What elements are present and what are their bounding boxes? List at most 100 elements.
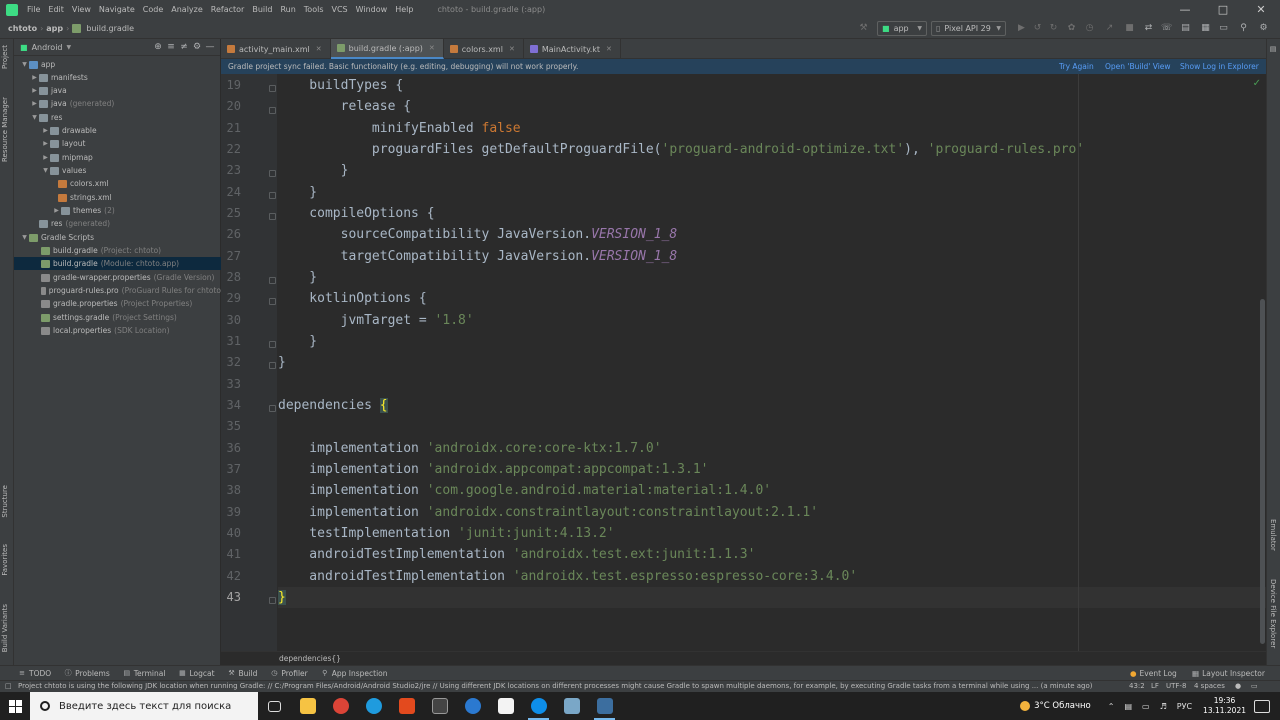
taskbar-teamviewer[interactable] (522, 692, 555, 720)
maximize-icon[interactable]: □ (1204, 0, 1242, 19)
close-tab-icon[interactable]: ✕ (316, 45, 322, 53)
tree-item-proguard-rules[interactable]: proguard-rules.pro (ProGuard Rules for c… (14, 284, 221, 297)
menu-edit[interactable]: Edit (44, 5, 68, 14)
menu-help[interactable]: Help (391, 5, 417, 14)
attach-debugger-icon[interactable]: ↗ (1104, 23, 1115, 34)
hide-icon[interactable]: — (204, 42, 216, 52)
editor-scrollbar[interactable] (1260, 299, 1265, 644)
close-tab-icon[interactable]: ✕ (429, 44, 435, 52)
tree-item-build-gradle-module[interactable]: build.gradle (Module: chtoto.app) (14, 257, 221, 270)
file-encoding[interactable]: UTF-8 (1166, 682, 1186, 690)
tree-item-res[interactable]: ▼ res (14, 111, 221, 124)
close-tab-icon[interactable]: ✕ (606, 45, 612, 53)
status-message[interactable]: Project chtoto is using the following JD… (18, 682, 1118, 690)
run-icon[interactable]: ▶ (1016, 23, 1027, 34)
profile-icon[interactable]: ◷ (1084, 23, 1095, 34)
tree-item-values[interactable]: ▼ values (14, 164, 221, 177)
taskbar-office[interactable] (390, 692, 423, 720)
caret-position[interactable]: 43:2 (1129, 682, 1145, 690)
tree-item-gradle-scripts[interactable]: ▼ Gradle Scripts (14, 231, 221, 244)
favorites-tab[interactable]: Favorites (1, 544, 9, 576)
resource-manager-tab[interactable]: Resource Manager (1, 97, 9, 162)
menu-file[interactable]: File (23, 5, 44, 14)
close-tab-icon[interactable]: ✕ (509, 45, 515, 53)
tree-item-gradle-wrapper[interactable]: gradle-wrapper.properties (Gradle Versio… (14, 271, 221, 284)
tray-chevron-icon[interactable]: ⌃ (1108, 702, 1115, 711)
fold-marker-icon[interactable] (269, 298, 276, 305)
no-problems-check-icon[interactable]: ✓ (1253, 78, 1261, 89)
fold-marker-icon[interactable] (269, 341, 276, 348)
close-icon[interactable]: ✕ (1242, 0, 1280, 19)
hammer-icon[interactable]: ⚒ (858, 23, 869, 34)
tree-item-local-properties[interactable]: local.properties (SDK Location) (14, 324, 221, 337)
breadcrumb-module[interactable]: app (43, 24, 66, 33)
gear-icon[interactable]: ⚙ (191, 42, 203, 52)
fold-marker-icon[interactable] (269, 170, 276, 177)
volume-icon[interactable]: ♬ (1160, 702, 1167, 711)
fold-marker-icon[interactable] (269, 85, 276, 92)
fold-marker-icon[interactable] (269, 597, 276, 604)
fold-marker-icon[interactable] (269, 362, 276, 369)
fold-marker-icon[interactable] (269, 213, 276, 220)
event-log-tool-button[interactable]: ● Event Log (1130, 666, 1177, 681)
breadcrumb-dependencies[interactable]: dependencies{} (279, 654, 341, 663)
tab-colors-xml[interactable]: colors.xml ✕ (444, 39, 524, 59)
tab-build-gradle-app[interactable]: build.gradle (:app) ✕ (330, 39, 444, 59)
layout-inspector-tool-button[interactable]: ▦ Layout Inspector (1192, 666, 1265, 681)
menu-navigate[interactable]: Navigate (95, 5, 139, 14)
tree-item-java-generated[interactable]: ▶ java (generated) (14, 97, 221, 110)
tree-item-layout[interactable]: ▶ layout (14, 137, 221, 150)
structure-tab[interactable]: Structure (1, 485, 9, 518)
menu-tools[interactable]: Tools (300, 5, 328, 14)
menu-build[interactable]: Build (248, 5, 276, 14)
fold-marker-icon[interactable] (269, 192, 276, 199)
collapse-all-icon[interactable]: ≠ (178, 42, 190, 52)
device-manager-icon[interactable]: ▭ (1218, 23, 1229, 34)
tree-item-drawable[interactable]: ▶ drawable (14, 124, 221, 137)
tree-item-manifests[interactable]: ▶ manifests (14, 71, 221, 84)
sdk-manager-icon[interactable]: ▤ (1180, 23, 1191, 34)
device-file-explorer-tab[interactable]: Device File Explorer (1269, 579, 1277, 648)
network-icon[interactable]: ▤ (1124, 702, 1132, 711)
taskbar-search[interactable]: Введите здесь текст для поиска (30, 692, 258, 720)
menu-analyze[interactable]: Analyze (167, 5, 207, 14)
language-indicator[interactable]: РУС (1177, 702, 1192, 711)
code-editor[interactable]: 19 20 21 22 23 24 25 26 27 28 29 30 31 3… (221, 74, 1266, 651)
memory-indicator-icon[interactable]: ▭ (1251, 682, 1258, 690)
taskbar-notepad[interactable] (489, 692, 522, 720)
layout-inspector-icon[interactable]: ▦ (1200, 23, 1211, 34)
search-icon[interactable]: ⚲ (1238, 23, 1249, 34)
run-config-select[interactable]: ■ app ▼ (877, 21, 927, 36)
profiler-tool-button[interactable]: ◷ Profiler (270, 669, 307, 678)
menu-view[interactable]: View (68, 5, 95, 14)
taskbar-cube-app[interactable] (423, 692, 456, 720)
try-again-link[interactable]: Try Again (1059, 62, 1094, 71)
taskbar-android-studio[interactable] (588, 692, 621, 720)
status-toggle-icon[interactable]: □ (5, 682, 12, 690)
menu-code[interactable]: Code (139, 5, 167, 14)
logcat-tool-button[interactable]: ▦ Logcat (178, 669, 214, 678)
notifications-icon[interactable] (1254, 699, 1270, 713)
tab-activity-main-xml[interactable]: activity_main.xml ✕ (221, 39, 331, 59)
app-inspection-tool-button[interactable]: ⚲ App Inspection (321, 669, 387, 678)
taskbar-tool-app[interactable] (555, 692, 588, 720)
weather-widget[interactable]: 3°C Облачно (1020, 701, 1091, 711)
tree-item-res-generated[interactable]: res (generated) (14, 217, 221, 230)
project-view-select[interactable]: Android (32, 43, 63, 52)
todo-tool-button[interactable]: ≡ TODO (18, 669, 51, 678)
sync-gradle-icon[interactable]: ⇄ (1143, 23, 1154, 34)
minimize-icon[interactable]: — (1166, 0, 1204, 19)
tree-item-app[interactable]: ▼ app (14, 58, 221, 71)
open-build-view-link[interactable]: Open 'Build' View (1105, 62, 1171, 71)
tree-item-java[interactable]: ▶ java (14, 84, 221, 97)
battery-icon[interactable]: ▭ (1142, 702, 1150, 711)
gradle-tool-icon[interactable]: ▤ (1269, 45, 1277, 53)
menu-run[interactable]: Run (276, 5, 299, 14)
menu-window[interactable]: Window (352, 5, 392, 14)
fold-marker-icon[interactable] (269, 107, 276, 114)
tree-item-themes[interactable]: ▶ themes (2) (14, 204, 221, 217)
fold-marker-icon[interactable] (269, 405, 276, 412)
taskbar-chrome[interactable] (324, 692, 357, 720)
lock-icon[interactable]: ● (1235, 682, 1241, 690)
taskbar-edge[interactable] (357, 692, 390, 720)
